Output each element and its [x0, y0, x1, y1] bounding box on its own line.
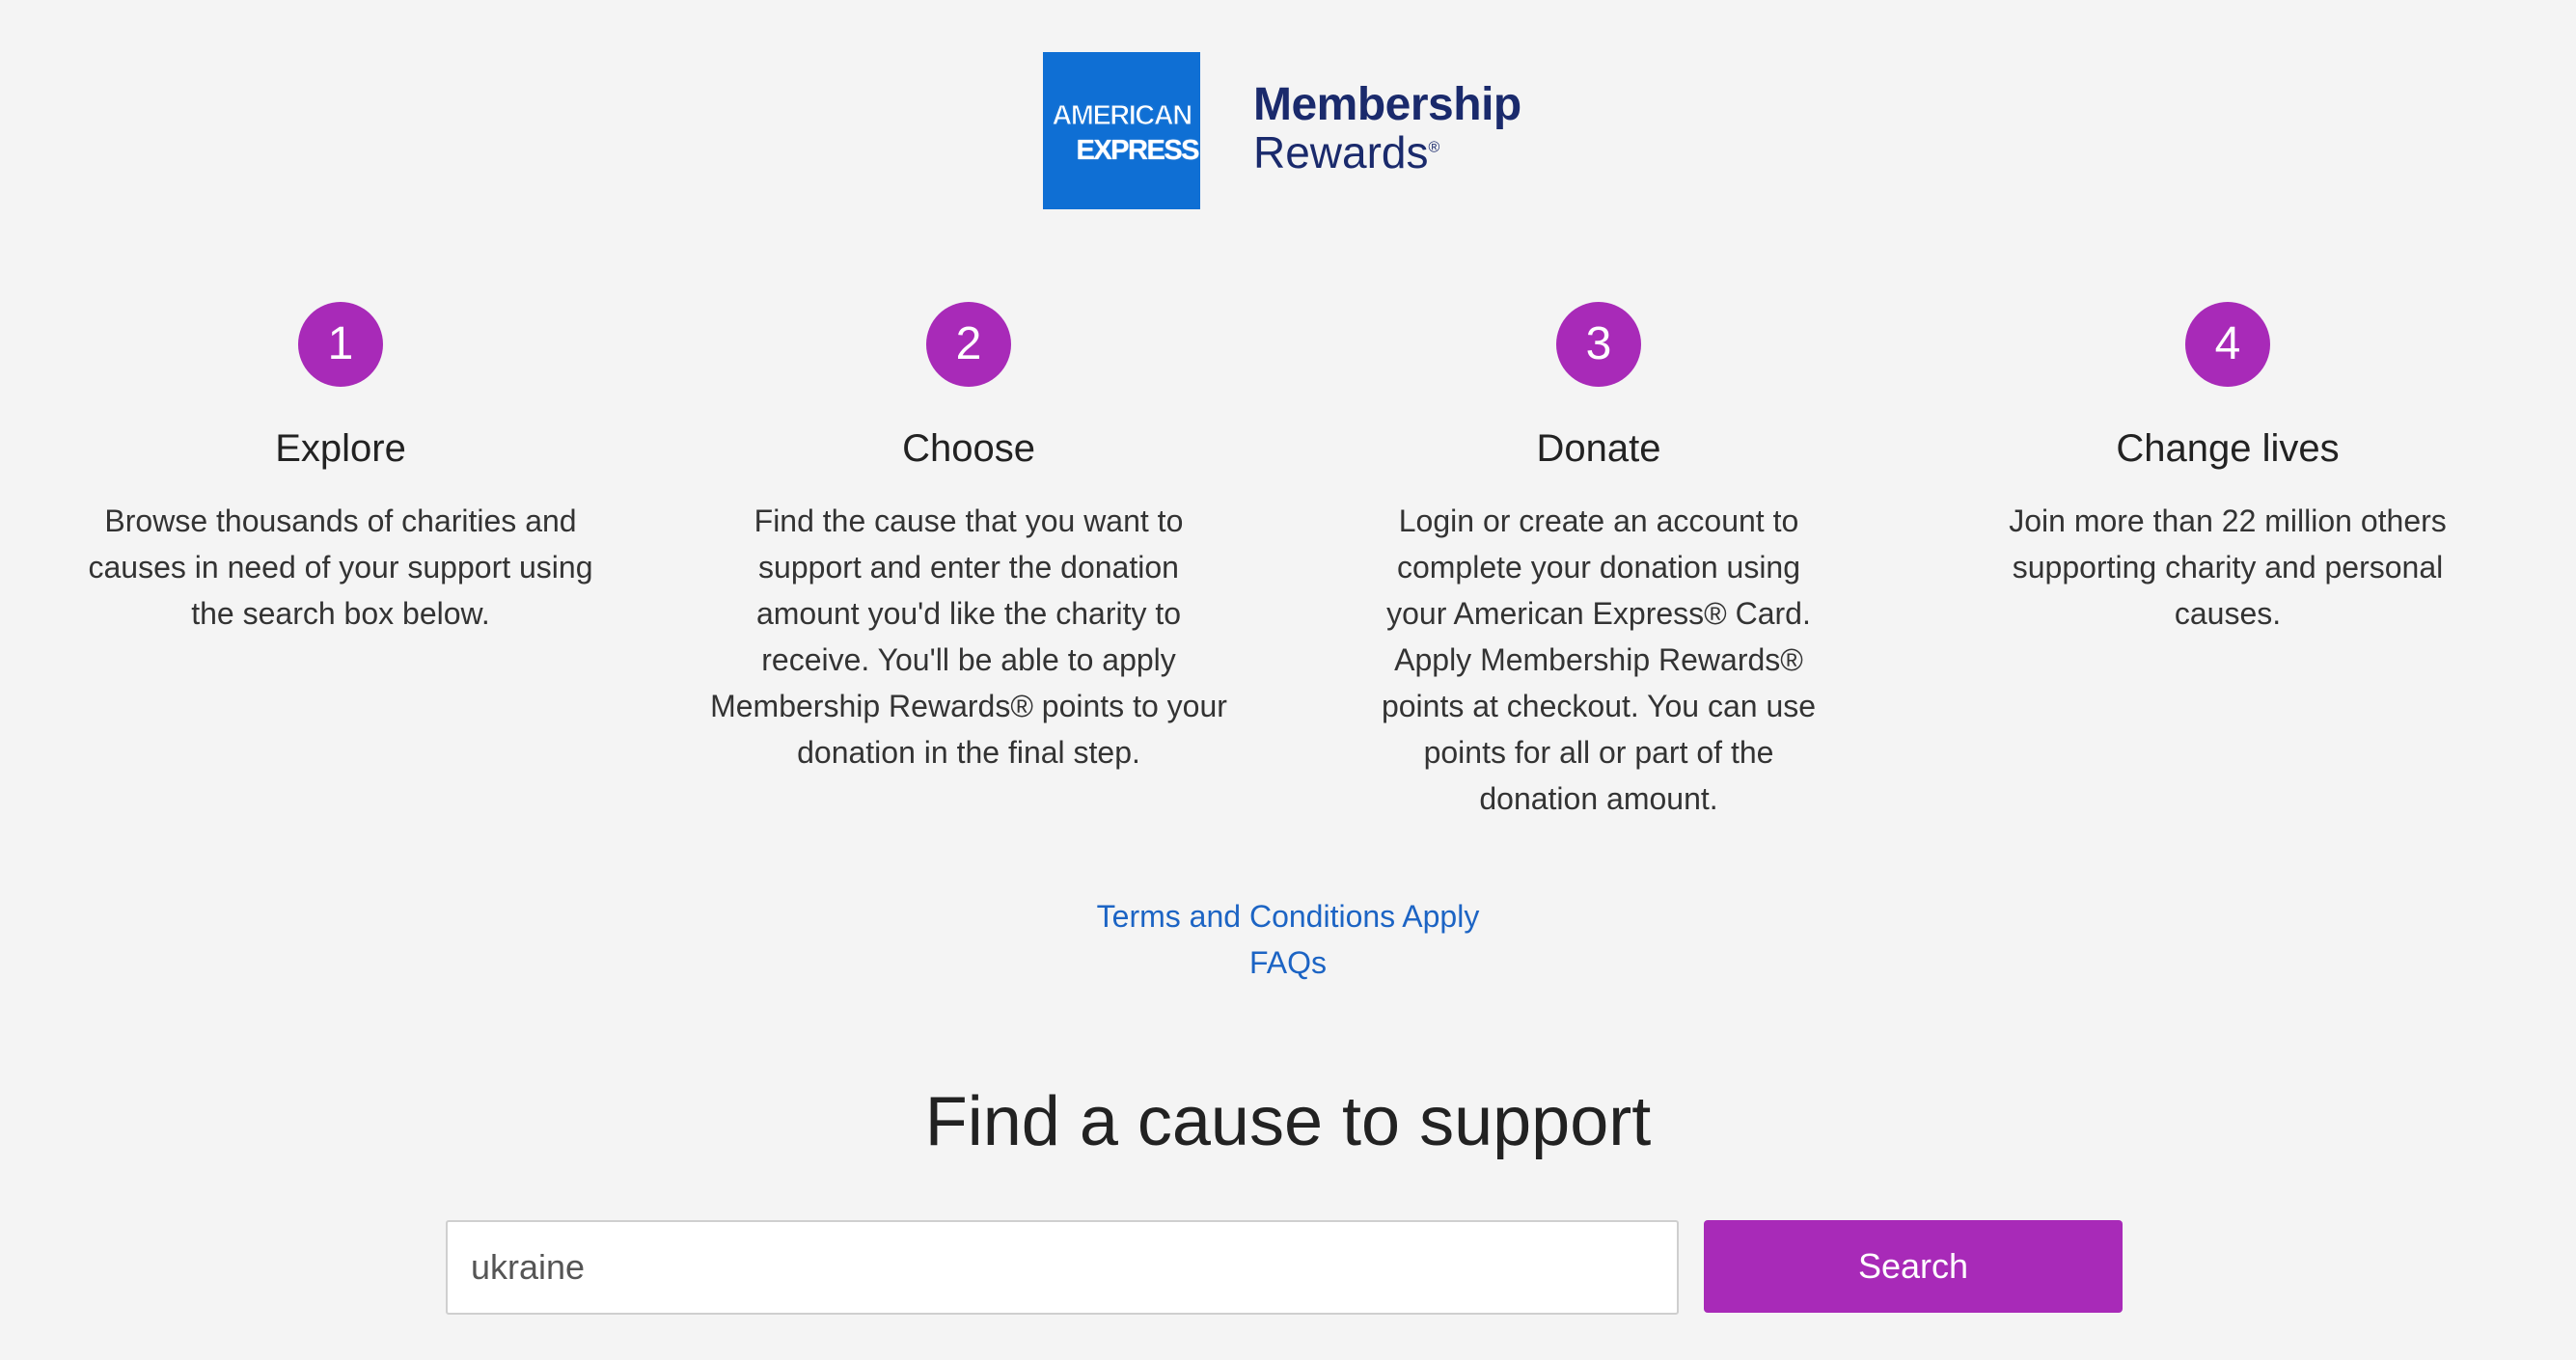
- step-explore: 1 Explore Browse thousands of charities …: [70, 302, 611, 637]
- faqs-link[interactable]: FAQs: [0, 939, 2576, 986]
- step-title: Choose: [902, 427, 1035, 470]
- step-donate: 3 Donate Login or create an account to c…: [1329, 302, 1869, 822]
- step-title: Donate: [1536, 427, 1661, 470]
- step-number-badge: 1: [298, 302, 383, 387]
- search-input[interactable]: [446, 1220, 1679, 1315]
- info-links: Terms and Conditions Apply FAQs: [0, 893, 2576, 986]
- step-number-badge: 3: [1556, 302, 1641, 387]
- step-description: Find the cause that you want to support …: [710, 503, 1227, 770]
- step-title: Explore: [275, 427, 406, 470]
- step-change-lives: 4 Change lives Join more than 22 million…: [1958, 302, 2498, 637]
- terms-and-conditions-link[interactable]: Terms and Conditions Apply: [0, 893, 2576, 939]
- amex-logo-line1: AMERICAN: [1052, 100, 1193, 132]
- amex-logo: AMERICAN EXPRESS: [1043, 52, 1200, 209]
- step-choose: 2 Choose Find the cause that you want to…: [699, 302, 1239, 775]
- search-button[interactable]: Search: [1704, 1220, 2123, 1313]
- membership-wordmark: Membership: [1253, 78, 1521, 130]
- membership-rewards-logo: Membership Rewards®: [1253, 78, 1521, 175]
- search-heading: Find a cause to support: [924, 1083, 1652, 1160]
- brand-header: AMERICAN EXPRESS Membership Rewards®: [1043, 52, 1521, 209]
- step-description: Browse thousands of charities and causes…: [88, 503, 593, 631]
- step-number-badge: 4: [2185, 302, 2270, 387]
- step-number-badge: 2: [926, 302, 1011, 387]
- rewards-label: Rewards: [1253, 126, 1429, 177]
- step-description: Login or create an account to complete y…: [1381, 503, 1817, 816]
- rewards-wordmark: Rewards®: [1253, 130, 1521, 175]
- amex-logo-line2: EXPRESS: [1076, 135, 1200, 166]
- step-description: Join more than 22 million others support…: [2009, 503, 2447, 631]
- registered-mark: ®: [1428, 139, 1440, 156]
- step-title: Change lives: [2116, 427, 2340, 470]
